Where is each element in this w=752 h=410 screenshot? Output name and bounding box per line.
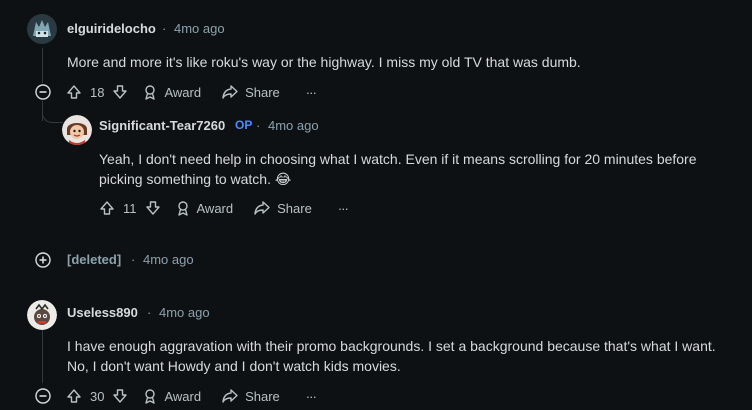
- award-button[interactable]: Award: [142, 388, 201, 404]
- comment-body-line: Yeah, I don't need help in choosing what…: [99, 151, 697, 167]
- comment-body-line: picking something to watch. 😂: [99, 171, 292, 187]
- collapse-button[interactable]: [33, 386, 53, 406]
- more-button[interactable]: ···: [305, 84, 317, 100]
- thread-line: [42, 330, 43, 383]
- award-label: Award: [196, 200, 234, 216]
- comment-meta: · 4mo ago: [147, 305, 210, 320]
- comment-body: I have enough aggravation with their pro…: [67, 336, 749, 376]
- expand-button[interactable]: [33, 250, 53, 270]
- meta-separator: ·: [147, 305, 152, 320]
- award-icon: [142, 388, 158, 404]
- op-badge: OP: [235, 118, 253, 132]
- share-button[interactable]: Share: [253, 200, 312, 216]
- meta-separator: ·: [131, 252, 136, 267]
- award-button[interactable]: Award: [142, 84, 201, 100]
- expand-icon: [35, 252, 51, 268]
- meta-separator: ·: [162, 21, 167, 36]
- comment-body-line: I have enough aggravation with their pro…: [67, 338, 716, 354]
- award-icon: [142, 84, 158, 100]
- laughing-emoji-icon: 😂: [274, 171, 292, 187]
- comment-meta: · 4mo ago: [131, 252, 194, 267]
- more-icon: ···: [305, 84, 317, 100]
- award-icon: [175, 200, 191, 216]
- comment-time[interactable]: 4mo ago: [143, 252, 194, 267]
- downvote-icon[interactable]: [145, 200, 161, 216]
- comment-time[interactable]: 4mo ago: [174, 21, 225, 36]
- comment-body: More and more it's like roku's way or th…: [67, 54, 581, 70]
- comment-author[interactable]: Significant-Tear7260: [99, 118, 225, 133]
- collapse-button[interactable]: [33, 82, 53, 102]
- more-icon: ···: [305, 388, 317, 404]
- avatar[interactable]: [62, 115, 92, 145]
- vote-count: 11: [123, 200, 137, 216]
- award-button[interactable]: Award: [175, 200, 234, 216]
- upvote-icon[interactable]: [66, 84, 82, 100]
- comment-author[interactable]: elguiridelocho: [67, 21, 156, 36]
- share-icon: [221, 84, 239, 100]
- downvote-icon[interactable]: [112, 388, 128, 404]
- comment-actions: 11 Award Share ···: [99, 196, 349, 220]
- vote-count: 30: [90, 388, 105, 404]
- award-label: Award: [164, 388, 202, 404]
- deleted-author: [deleted]: [67, 252, 122, 267]
- comment-time[interactable]: 4mo ago: [159, 305, 210, 320]
- share-icon: [253, 200, 271, 216]
- share-icon: [221, 388, 239, 404]
- thread-line: [42, 48, 43, 83]
- meta-separator: ·: [256, 118, 261, 133]
- share-button[interactable]: Share: [221, 388, 280, 404]
- avatar[interactable]: [27, 300, 57, 330]
- share-button[interactable]: Share: [221, 84, 280, 100]
- share-label: Share: [245, 84, 280, 100]
- upvote-icon[interactable]: [99, 200, 115, 216]
- comment-meta: · 4mo ago: [256, 118, 319, 133]
- comment-body: Yeah, I don't need help in choosing what…: [99, 149, 739, 189]
- thread-branch: [42, 108, 63, 123]
- comment-body-line: No, I don't want Howdy and I don't watch…: [67, 358, 401, 374]
- more-button[interactable]: ···: [337, 200, 349, 216]
- comment-actions: 30 Award Share ···: [66, 384, 317, 408]
- more-button[interactable]: ···: [305, 388, 317, 404]
- upvote-icon[interactable]: [66, 388, 82, 404]
- share-label: Share: [245, 388, 280, 404]
- downvote-icon[interactable]: [112, 84, 128, 100]
- avatar[interactable]: [27, 14, 57, 44]
- collapse-icon: [35, 84, 51, 100]
- comment-meta: · 4mo ago: [162, 21, 225, 36]
- award-label: Award: [164, 84, 202, 100]
- vote-count: 18: [90, 84, 105, 100]
- comment-author[interactable]: Useless890: [67, 305, 138, 320]
- collapse-icon: [35, 388, 51, 404]
- comment-time[interactable]: 4mo ago: [268, 118, 319, 133]
- more-icon: ···: [337, 200, 349, 216]
- share-label: Share: [277, 200, 312, 216]
- comment-actions: 18 Award Share ···: [66, 80, 317, 104]
